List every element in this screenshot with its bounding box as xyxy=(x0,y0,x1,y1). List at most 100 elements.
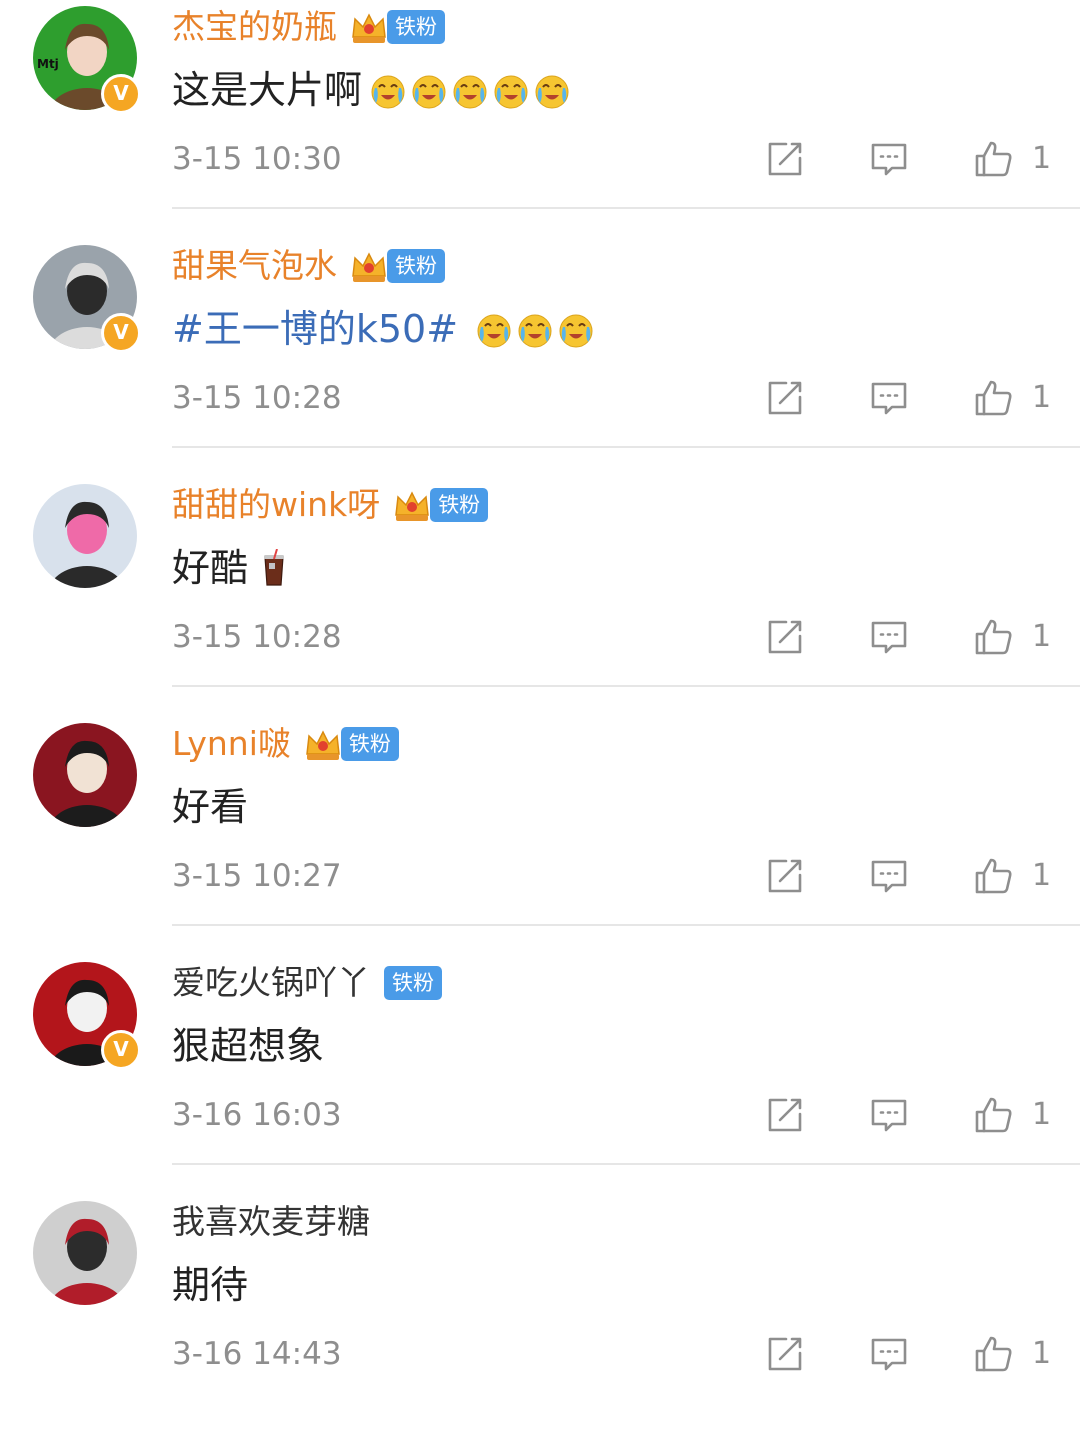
cola-drink-emoji xyxy=(254,548,294,588)
thumbs-up-icon xyxy=(972,616,1014,658)
reply-icon xyxy=(868,1094,910,1136)
name-row: 甜甜的wink呀 铁粉 xyxy=(172,482,489,528)
share-button[interactable] xyxy=(764,138,806,180)
thumbs-up-icon xyxy=(972,1333,1014,1375)
svg-text:Mtj: Mtj xyxy=(37,57,59,71)
comment-item[interactable]: Mtj V 杰宝的奶瓶 铁粉 这是大片啊 3-15 10:30 1 xyxy=(0,0,1080,239)
like-count: 1 xyxy=(1032,141,1052,176)
reply-icon xyxy=(868,377,910,419)
username[interactable]: 杰宝的奶瓶 xyxy=(172,5,337,49)
comment-item[interactable]: 甜甜的wink呀 铁粉 好酷 3-15 10:28 1 xyxy=(0,478,1080,717)
topic-link[interactable]: #王一博的k50# xyxy=(172,301,458,357)
reply-icon xyxy=(868,1333,910,1375)
comment-text-row: #王一博的k50# xyxy=(172,301,597,357)
fan-badge: 铁粉 xyxy=(387,10,445,44)
like-button[interactable] xyxy=(972,377,1014,419)
thumbs-up-icon xyxy=(972,855,1014,897)
like-button[interactable] xyxy=(972,1333,1014,1375)
divider xyxy=(172,446,1080,448)
comment-item[interactable]: Lynni啵 铁粉 好看 3-15 10:27 1 xyxy=(0,717,1080,956)
crying-laughing-emoji xyxy=(450,70,490,110)
like-count: 1 xyxy=(1032,1336,1052,1371)
like-count: 1 xyxy=(1032,858,1052,893)
username[interactable]: Lynni啵 xyxy=(172,722,291,766)
crying-laughing-emoji xyxy=(532,70,572,110)
share-icon xyxy=(764,616,806,658)
share-button[interactable] xyxy=(764,855,806,897)
avatar[interactable] xyxy=(33,723,137,827)
like-button[interactable] xyxy=(972,138,1014,180)
comment-text-row: 这是大片啊 xyxy=(172,62,573,118)
share-icon xyxy=(764,1333,806,1375)
reply-icon xyxy=(868,616,910,658)
name-row: 爱吃火锅吖丫 铁粉 xyxy=(172,960,442,1006)
crying-emoji xyxy=(515,309,555,349)
share-icon xyxy=(764,1094,806,1136)
share-button[interactable] xyxy=(764,1094,806,1136)
comment-text: 这是大片啊 xyxy=(172,68,363,112)
username[interactable]: 甜甜的wink呀 xyxy=(172,483,380,527)
verified-badge-icon: V xyxy=(101,313,141,353)
username[interactable]: 我喜欢麦芽糖 xyxy=(172,1200,370,1244)
comment-text-row: 好酷 xyxy=(172,540,295,596)
timestamp: 3-15 10:27 xyxy=(172,858,342,894)
fan-badge: 铁粉 xyxy=(387,249,445,283)
like-button[interactable] xyxy=(972,1094,1014,1136)
fan-badge: 铁粉 xyxy=(430,488,489,522)
divider xyxy=(172,1163,1080,1165)
comment-text: 好看 xyxy=(172,785,249,829)
timestamp: 3-15 10:28 xyxy=(172,380,342,416)
fan-badge: 铁粉 xyxy=(384,966,442,1000)
comment-item[interactable]: 我喜欢麦芽糖 期待 3-16 14:43 1 xyxy=(0,1195,1080,1434)
reply-button[interactable] xyxy=(868,377,910,419)
reply-button[interactable] xyxy=(868,138,910,180)
crying-emoji xyxy=(556,309,596,349)
thumbs-up-icon xyxy=(972,377,1014,419)
crown-icon xyxy=(349,7,389,47)
like-count: 1 xyxy=(1032,619,1052,654)
comment-item[interactable]: V 爱吃火锅吖丫 铁粉 狠超想象 3-16 16:03 1 xyxy=(0,956,1080,1195)
like-button[interactable] xyxy=(972,855,1014,897)
reply-button[interactable] xyxy=(868,855,910,897)
username[interactable]: 爱吃火锅吖丫 xyxy=(172,961,370,1005)
timestamp: 3-16 16:03 xyxy=(172,1097,342,1133)
divider xyxy=(172,207,1080,209)
reply-button[interactable] xyxy=(868,616,910,658)
crown-icon xyxy=(349,246,389,286)
crying-laughing-emoji xyxy=(491,70,531,110)
divider xyxy=(172,924,1080,926)
name-row: 甜果气泡水 铁粉 xyxy=(172,243,445,289)
share-icon xyxy=(764,138,806,180)
thumbs-up-icon xyxy=(972,138,1014,180)
avatar[interactable] xyxy=(33,484,137,588)
verified-badge-icon: V xyxy=(101,1030,141,1070)
comment-text: 期待 xyxy=(172,1263,249,1307)
share-button[interactable] xyxy=(764,616,806,658)
comment-feed: Mtj V 杰宝的奶瓶 铁粉 这是大片啊 3-15 10:30 1 V 甜果气泡水 铁粉 #王一博的… xyxy=(0,0,1080,1399)
timestamp: 3-15 10:30 xyxy=(172,141,342,177)
name-row: 我喜欢麦芽糖 xyxy=(172,1199,370,1245)
comment-text: 好酷 xyxy=(172,546,249,590)
share-button[interactable] xyxy=(764,377,806,419)
comment-text: 狠超想象 xyxy=(172,1024,325,1068)
thumbs-up-icon xyxy=(972,1094,1014,1136)
share-icon xyxy=(764,855,806,897)
comment-item[interactable]: V 甜果气泡水 铁粉 #王一博的k50# 3-15 10:28 1 xyxy=(0,239,1080,478)
reply-icon xyxy=(868,855,910,897)
timestamp: 3-16 14:43 xyxy=(172,1336,342,1372)
crying-laughing-emoji xyxy=(368,70,408,110)
crown-icon xyxy=(303,724,343,764)
like-button[interactable] xyxy=(972,616,1014,658)
like-count: 1 xyxy=(1032,1097,1052,1132)
crown-icon xyxy=(392,485,432,525)
name-row: Lynni啵 铁粉 xyxy=(172,721,399,767)
reply-button[interactable] xyxy=(868,1094,910,1136)
share-button[interactable] xyxy=(764,1333,806,1375)
username[interactable]: 甜果气泡水 xyxy=(172,244,337,288)
comment-text-row: 狠超想象 xyxy=(172,1018,324,1074)
verified-badge-icon: V xyxy=(101,74,141,114)
comment-text-row: 好看 xyxy=(172,779,248,835)
reply-button[interactable] xyxy=(868,1333,910,1375)
like-count: 1 xyxy=(1032,380,1052,415)
avatar[interactable] xyxy=(33,1201,137,1305)
